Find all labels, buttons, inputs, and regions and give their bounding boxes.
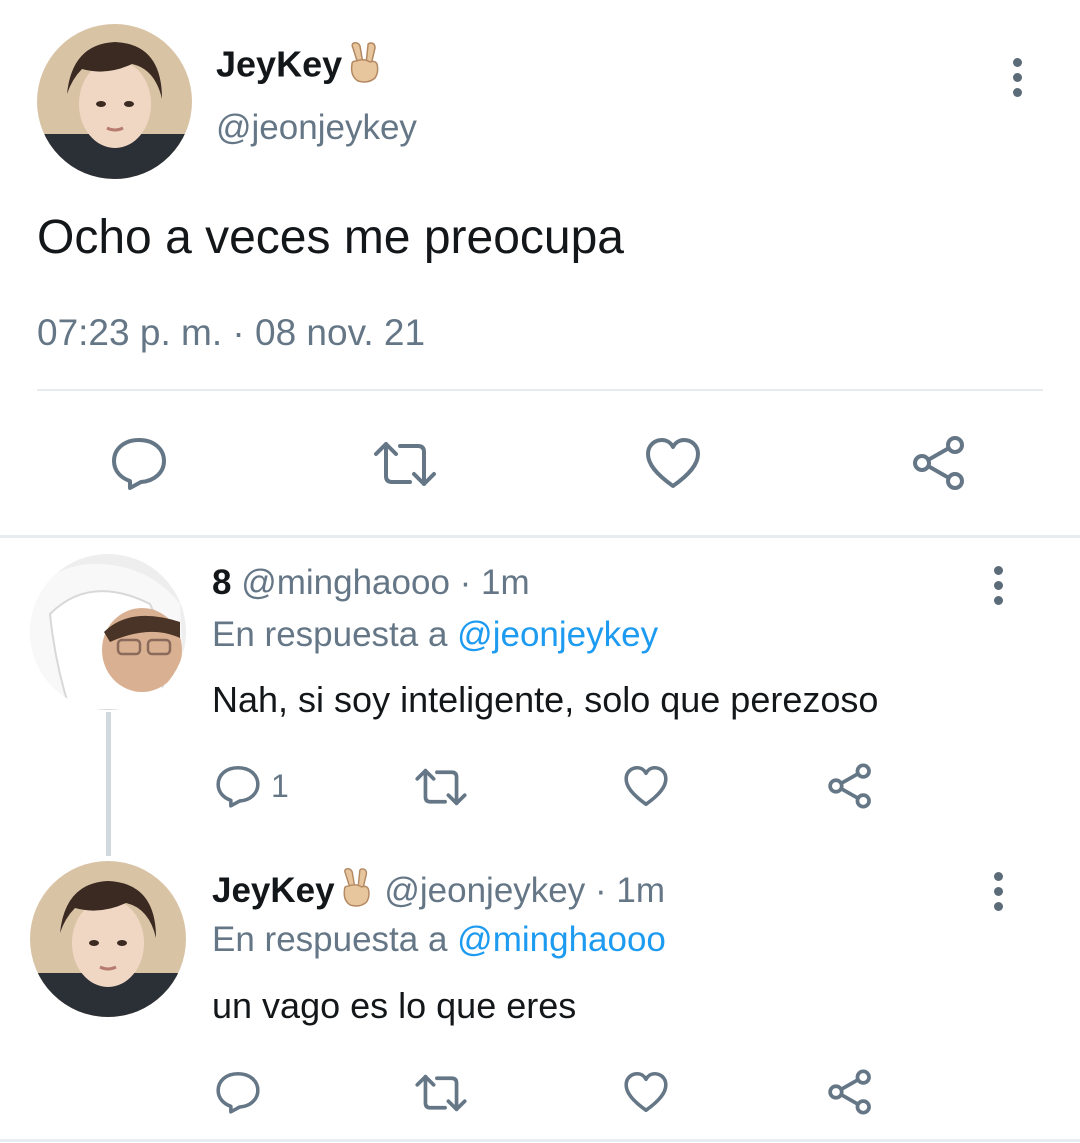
more-dot-icon xyxy=(993,902,1003,911)
share-icon xyxy=(828,1069,871,1115)
divider xyxy=(37,389,1043,391)
reply-1-reply-prefix: En respuesta a xyxy=(212,615,448,654)
reply-1-reply-to-link[interactable]: @jeonjeykey xyxy=(457,615,658,654)
reply-1-reply-button[interactable]: 1 xyxy=(215,764,289,808)
reply-1-retweet-button[interactable] xyxy=(414,767,468,807)
more-dot-icon xyxy=(993,596,1003,605)
reply-2-text: un vago es lo que eres xyxy=(212,985,577,1026)
main-tweet-avatar[interactable] xyxy=(37,24,192,179)
reply-2-more-button[interactable] xyxy=(983,872,1013,911)
more-dot-icon xyxy=(993,581,1003,590)
reply-2-time[interactable]: · 1m xyxy=(595,871,665,910)
main-tweet-timestamp[interactable]: 07:23 p. m. · 08 nov. 21 xyxy=(37,311,425,355)
reply-2-header: JeyKey @jeonjeykey · 1m xyxy=(212,866,665,919)
reply-2-share-button[interactable] xyxy=(826,1068,874,1116)
thread-connector-line xyxy=(106,712,111,856)
reply-1-more-button[interactable] xyxy=(983,566,1013,605)
more-dot-icon xyxy=(993,566,1003,575)
reply-icon xyxy=(216,765,260,808)
reply-2-avatar[interactable] xyxy=(30,861,186,1017)
reply-1-text: Nah, si soy inteligente, solo que perezo… xyxy=(212,679,879,720)
retweet-icon xyxy=(415,1074,467,1112)
more-dot-icon xyxy=(1012,88,1022,97)
reply-1-handle[interactable]: @minghaooo xyxy=(241,563,450,602)
more-dot-icon xyxy=(993,872,1003,881)
reply-1-reply-count: 1 xyxy=(271,767,289,804)
reply-1-time[interactable]: · 1m xyxy=(460,563,530,602)
reply-2-reply-button[interactable] xyxy=(215,1070,261,1114)
reply-button[interactable] xyxy=(110,436,168,490)
reply-2-in-reply-to: En respuesta a @minghaooo xyxy=(212,918,666,962)
bottom-divider xyxy=(0,1139,1080,1142)
heart-icon xyxy=(624,765,668,807)
more-dot-icon xyxy=(993,887,1003,896)
share-icon xyxy=(828,763,871,809)
main-tweet-more-button[interactable] xyxy=(1002,58,1032,97)
reply-1-avatar[interactable] xyxy=(30,554,186,710)
main-tweet-text: Ocho a veces me preocupa xyxy=(37,211,624,264)
reply-2-display-name[interactable]: JeyKey xyxy=(212,871,335,910)
retweet-icon xyxy=(415,768,467,806)
reply-icon xyxy=(216,1071,260,1114)
reply-1-like-button[interactable] xyxy=(623,764,669,808)
reply-2-like-button[interactable] xyxy=(623,1070,669,1114)
peace-hand-icon xyxy=(337,866,375,919)
more-dot-icon xyxy=(1012,58,1022,67)
peace-hand-icon xyxy=(344,40,384,94)
main-tweet-display-name[interactable]: JeyKey xyxy=(216,44,342,85)
heart-icon xyxy=(646,438,700,488)
share-icon xyxy=(913,436,964,490)
retweet-button[interactable] xyxy=(372,440,438,488)
section-divider xyxy=(0,535,1080,538)
reply-2-reply-prefix: En respuesta a xyxy=(212,920,448,959)
reply-2-handle[interactable]: @jeonjeykey xyxy=(384,871,585,910)
reply-2-reply-to-link[interactable]: @minghaooo xyxy=(457,920,666,959)
more-dot-icon xyxy=(1012,73,1022,82)
reply-1-in-reply-to: En respuesta a @jeonjeykey xyxy=(212,613,658,657)
reply-icon xyxy=(112,438,166,490)
retweet-icon xyxy=(374,442,436,486)
like-button[interactable] xyxy=(644,436,702,490)
main-tweet-header: JeyKey xyxy=(216,40,384,94)
reply-1-display-name[interactable]: 8 xyxy=(212,563,231,602)
reply-2-retweet-button[interactable] xyxy=(414,1073,468,1113)
share-button[interactable] xyxy=(910,434,968,492)
main-tweet-handle[interactable]: @jeonjeykey xyxy=(216,106,417,150)
heart-icon xyxy=(624,1071,668,1113)
reply-1-header: 8 @minghaooo · 1m xyxy=(212,561,530,605)
reply-1-share-button[interactable] xyxy=(826,762,874,810)
